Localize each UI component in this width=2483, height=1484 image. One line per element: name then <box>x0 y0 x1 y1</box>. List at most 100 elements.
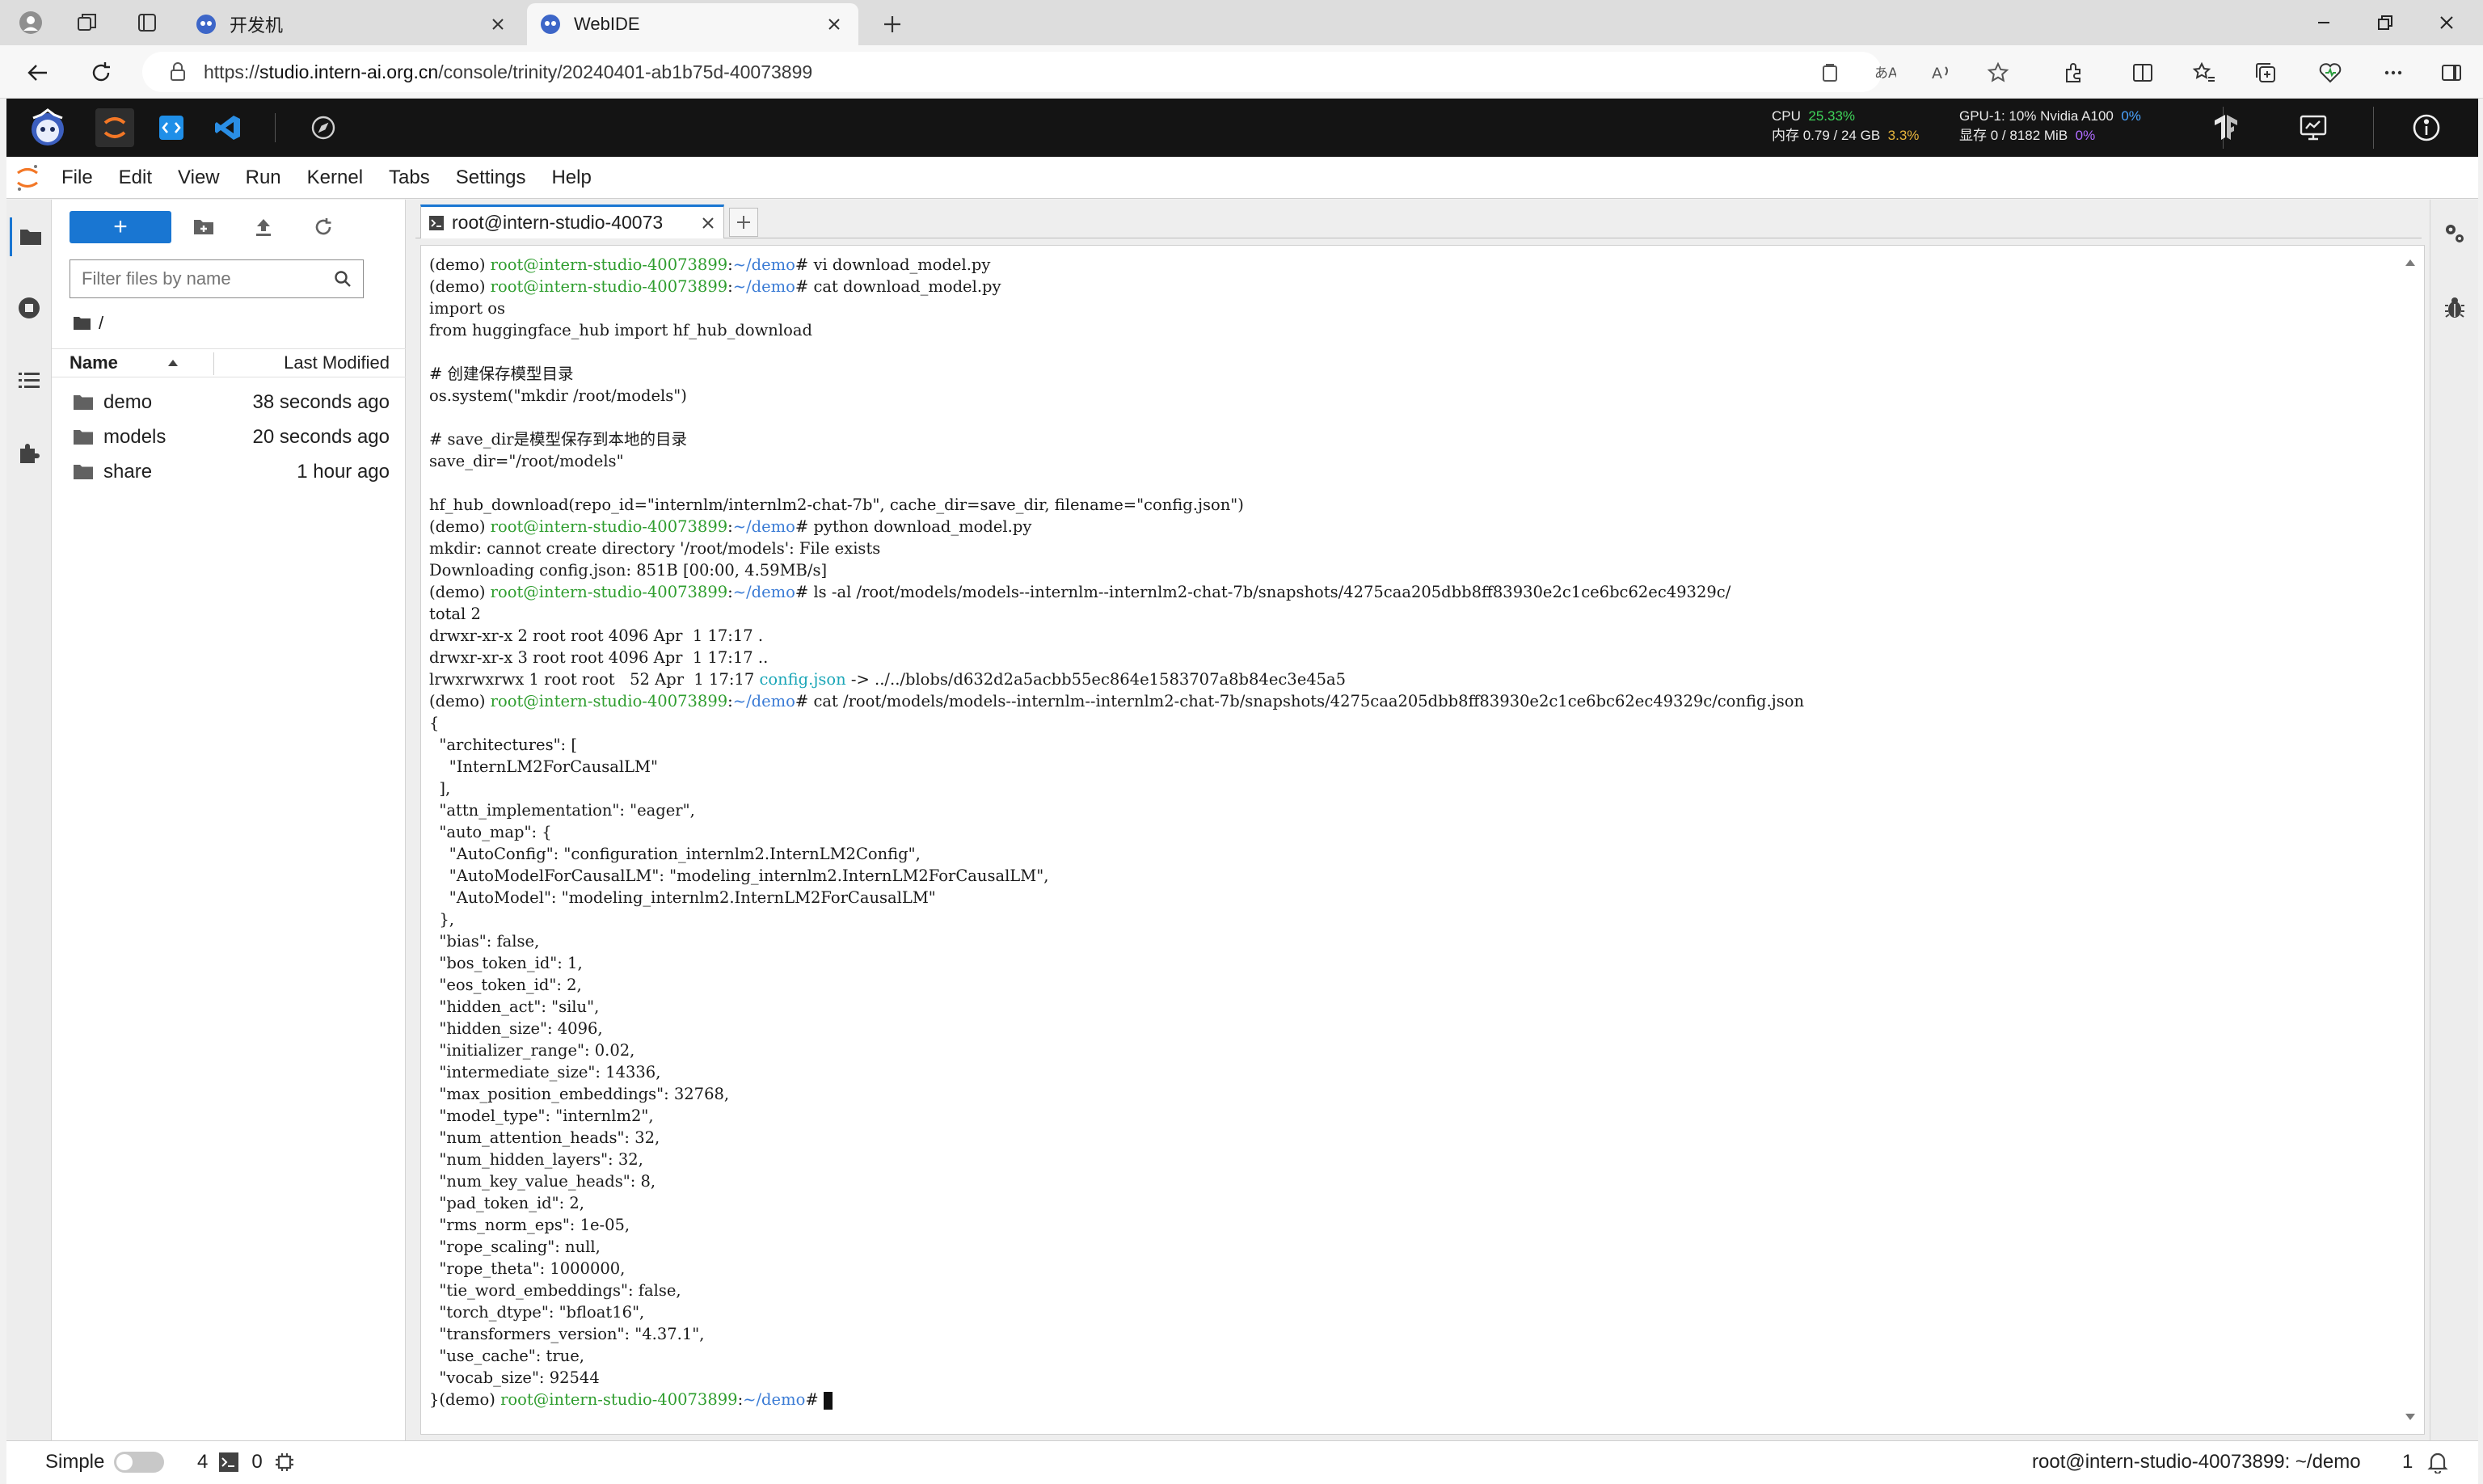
file-browser-folder-icon[interactable] <box>10 217 48 256</box>
browser-tab-webide[interactable]: WebIDE <box>527 3 858 45</box>
favorite-star-icon[interactable] <box>1982 57 2014 89</box>
menu-help[interactable]: Help <box>538 167 604 189</box>
browser-essentials-icon[interactable] <box>2313 56 2347 90</box>
terminal-line: (demo) root@intern-studio-40073899:~/dem… <box>429 254 2393 276</box>
terminal-tab[interactable]: root@intern-studio-40073 <box>420 204 724 238</box>
running-kernels-icon[interactable] <box>10 289 48 327</box>
simple-mode-switch[interactable] <box>114 1452 165 1473</box>
breadcrumb-root[interactable]: / <box>99 313 103 334</box>
terminal-line: "hidden_act": "silu", <box>429 996 2393 1018</box>
jupyter-icon[interactable] <box>95 108 134 147</box>
profile-icon[interactable] <box>15 6 47 39</box>
menu-file[interactable]: File <box>48 167 106 189</box>
notifications-status[interactable]: 1 <box>2402 1451 2449 1473</box>
info-icon[interactable] <box>2407 108 2446 147</box>
upload-icon[interactable] <box>249 213 278 242</box>
terminal-line: }(demo) root@intern-studio-40073899:~/de… <box>429 1389 2393 1410</box>
extension-manager-icon[interactable] <box>10 434 48 473</box>
close-window-icon[interactable] <box>2410 0 2483 45</box>
mem-label: 内存 0.79 / 24 GB <box>1772 128 1881 143</box>
terminal-text: (demo) <box>429 583 491 601</box>
terminal-text: # vi download_model.py <box>795 255 991 274</box>
close-tab-icon[interactable] <box>823 13 845 36</box>
new-launcher-tab-icon[interactable] <box>729 208 758 237</box>
simple-mode-toggle[interactable]: Simple <box>45 1451 165 1473</box>
lock-icon <box>170 62 186 82</box>
terminal-line: (demo) root@intern-studio-40073899:~/dem… <box>429 276 2393 297</box>
split-screen-icon[interactable] <box>2126 56 2160 90</box>
debugger-bug-icon[interactable] <box>2439 292 2471 324</box>
terminal-line: "model_type": "internlm2", <box>429 1105 2393 1127</box>
menu-run[interactable]: Run <box>233 167 294 189</box>
terminal-text: ], <box>429 779 451 798</box>
gpu-label: GPU-1: 10% Nvidia A100 <box>1959 108 2114 124</box>
property-inspector-icon[interactable] <box>2439 217 2471 250</box>
vscode-icon[interactable] <box>209 108 247 147</box>
favorites-icon[interactable] <box>2187 56 2221 90</box>
menu-kernel[interactable]: Kernel <box>294 167 376 189</box>
terminal-text: (demo) <box>429 255 491 274</box>
column-name-header[interactable]: Name <box>70 352 179 373</box>
read-aloud-clipboard-icon[interactable] <box>1814 57 1846 89</box>
terminal-line: }, <box>429 909 2393 930</box>
terminal-text: "rms_norm_eps": 1e-05, <box>429 1216 630 1234</box>
close-tab-icon[interactable] <box>487 13 509 36</box>
terminal-icon <box>429 215 444 230</box>
notifications-count: 1 <box>2402 1451 2413 1473</box>
extensions-icon[interactable] <box>2056 56 2090 90</box>
terminal-text: "num_attention_heads": 32, <box>429 1128 660 1147</box>
new-launcher-button[interactable]: + <box>70 211 171 243</box>
scroll-up-icon[interactable] <box>2400 252 2421 273</box>
terminal-text: "AutoModelForCausalLM": "modeling_intern… <box>429 866 1049 885</box>
close-tab-icon[interactable] <box>701 216 715 230</box>
terminal-text: "architectures": [ <box>429 736 577 754</box>
terminal-tab-title: root@intern-studio-40073 <box>452 212 664 233</box>
new-folder-icon[interactable] <box>189 213 218 242</box>
column-modified-header[interactable]: Last Modified <box>284 352 390 373</box>
terminal-text: "torch_dtype": "bfloat16", <box>429 1303 645 1322</box>
read-aloud-icon[interactable]: A <box>1925 57 1958 89</box>
browser-tab-devmachine[interactable]: 开发机 <box>183 3 522 45</box>
back-icon[interactable] <box>21 56 55 90</box>
menu-edit[interactable]: Edit <box>106 167 165 189</box>
bell-icon <box>2427 1451 2449 1473</box>
scroll-down-icon[interactable] <box>2400 1406 2421 1427</box>
url-field[interactable]: https://studio.intern-ai.org.cn/console/… <box>142 52 1882 92</box>
breadcrumb[interactable]: / <box>73 311 103 335</box>
terminal-line: "transformers_version": "4.37.1", <box>429 1323 2393 1345</box>
new-tab-icon[interactable] <box>876 8 908 40</box>
file-filter-input[interactable]: Filter files by name <box>70 259 364 298</box>
file-row[interactable]: models 20 seconds ago <box>52 419 406 454</box>
resource-stats: CPU 25.33% 内存 0.79 / 24 GB 3.3% GPU-1: 1… <box>1772 107 2192 149</box>
running-terminals-status[interactable]: 4 0 <box>197 1451 295 1473</box>
more-options-icon[interactable] <box>2376 56 2410 90</box>
collections-icon[interactable] <box>2249 56 2283 90</box>
terminal-text: "bos_token_id": 1, <box>429 954 583 972</box>
sidebar-toggle-icon[interactable] <box>2435 56 2468 90</box>
table-of-contents-icon[interactable] <box>10 361 48 400</box>
terminal-text: "AutoConfig": "configuration_internlm2.I… <box>429 845 921 863</box>
code-server-icon[interactable] <box>152 108 191 147</box>
file-row[interactable]: demo 38 seconds ago <box>52 385 406 419</box>
menu-view[interactable]: View <box>165 167 233 189</box>
terminal-line: "eos_token_id": 2, <box>429 974 2393 996</box>
reload-icon[interactable] <box>84 56 118 90</box>
refresh-icon[interactable] <box>309 213 338 242</box>
file-row[interactable]: share 1 hour ago <box>52 454 406 489</box>
monitor-icon[interactable] <box>2294 108 2333 147</box>
compass-icon[interactable] <box>304 108 343 147</box>
terminal-line: # 创建保存模型目录 <box>429 363 2393 385</box>
menu-settings[interactable]: Settings <box>443 167 539 189</box>
terminal-panel[interactable]: (demo) root@intern-studio-40073899:~/dem… <box>420 245 2425 1435</box>
tensorflow-icon[interactable] <box>2207 108 2245 147</box>
terminal-line: "intermediate_size": 14336, <box>429 1061 2393 1083</box>
terminal-text: root@intern-studio-40073899 <box>500 1390 738 1409</box>
workspaces-icon[interactable] <box>71 6 103 39</box>
simple-mode-label: Simple <box>45 1451 105 1473</box>
translate-icon[interactable]: あA <box>1869 57 1901 89</box>
terminal-text: : <box>727 583 733 601</box>
menu-tabs[interactable]: Tabs <box>376 167 443 189</box>
tab-actions-icon[interactable] <box>131 6 163 39</box>
intern-mascot-logo-icon[interactable] <box>24 104 71 151</box>
terminal-text: : <box>727 692 733 710</box>
